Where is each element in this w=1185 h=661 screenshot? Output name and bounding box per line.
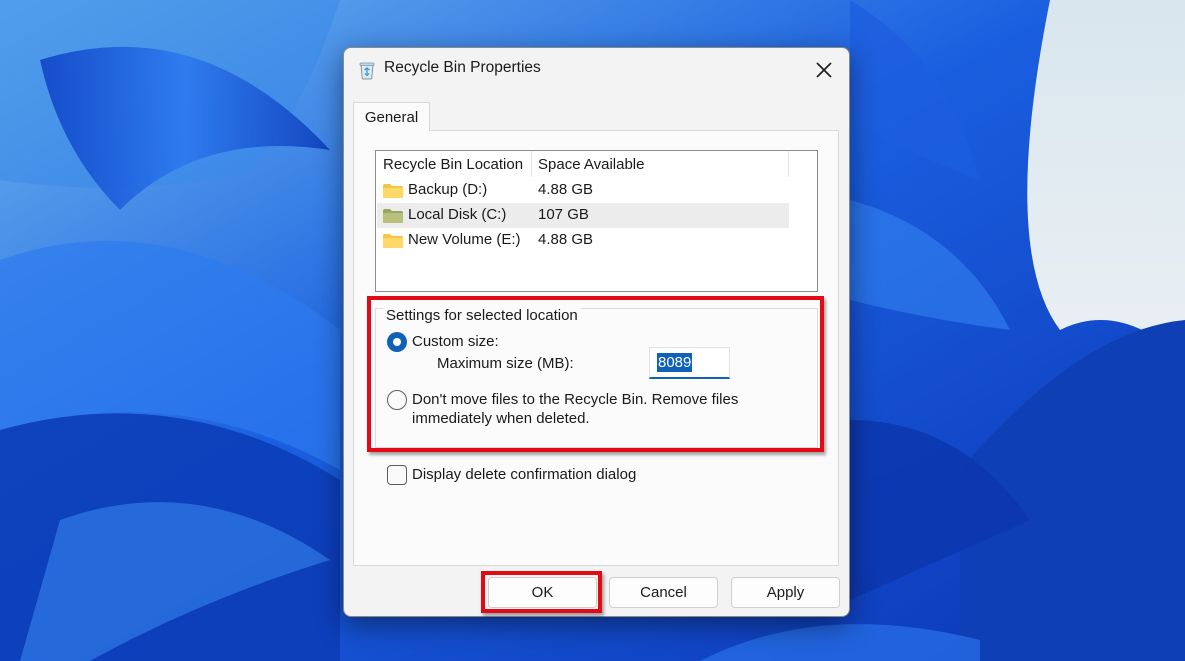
column-header-space[interactable]: Space Available	[538, 156, 644, 173]
cancel-button[interactable]: Cancel	[609, 577, 718, 608]
custom-size-radio[interactable]	[387, 332, 407, 352]
list-item[interactable]: Backup (D:) 4.88 GB	[377, 178, 789, 203]
folder-icon	[383, 234, 403, 248]
dont-move-files-label-line1[interactable]: Don't move files to the Recycle Bin. Rem…	[412, 390, 738, 409]
location-name: New Volume (E:)	[408, 231, 521, 248]
list-item-selected[interactable]: Local Disk (C:) 107 GB	[377, 203, 789, 228]
list-item[interactable]: New Volume (E:) 4.88 GB	[377, 228, 789, 253]
location-name: Local Disk (C:)	[408, 206, 507, 223]
maximum-size-input[interactable]: 8089	[649, 347, 730, 379]
dont-move-files-radio[interactable]	[387, 390, 407, 410]
title-bar[interactable]: Recycle Bin Properties	[344, 48, 849, 92]
apply-button[interactable]: Apply	[731, 577, 840, 608]
recycle-bin-properties-dialog: Recycle Bin Properties General Recycle B…	[343, 47, 850, 617]
maximum-size-label: Maximum size (MB):	[437, 355, 574, 372]
close-button[interactable]	[809, 56, 839, 84]
tab-general[interactable]: General	[353, 102, 430, 131]
ok-button[interactable]: OK	[488, 577, 597, 608]
recycle-bin-location-list[interactable]: Recycle Bin Location Space Available Bac…	[375, 150, 818, 292]
close-icon	[816, 62, 832, 78]
recycle-bin-icon	[359, 62, 375, 80]
list-header: Recycle Bin Location Space Available	[376, 151, 817, 178]
maximum-size-value: 8089	[657, 353, 693, 372]
drive-folder-icon	[383, 209, 403, 223]
folder-icon	[383, 184, 403, 198]
dialog-title: Recycle Bin Properties	[384, 59, 541, 76]
column-divider[interactable]	[531, 151, 532, 177]
column-divider[interactable]	[788, 151, 789, 177]
general-tab-panel: Recycle Bin Location Space Available Bac…	[353, 130, 839, 566]
settings-group-label: Settings for selected location	[383, 307, 581, 324]
space-available: 4.88 GB	[538, 231, 594, 248]
space-available: 4.88 GB	[538, 181, 594, 198]
delete-confirmation-checkbox[interactable]	[387, 465, 407, 485]
space-available: 107 GB	[538, 206, 589, 223]
dont-move-files-label-line2[interactable]: immediately when deleted.	[412, 409, 590, 428]
column-header-location[interactable]: Recycle Bin Location	[383, 156, 523, 173]
location-name: Backup (D:)	[408, 181, 488, 198]
delete-confirmation-label[interactable]: Display delete confirmation dialog	[412, 465, 636, 484]
custom-size-label[interactable]: Custom size:	[412, 332, 499, 351]
